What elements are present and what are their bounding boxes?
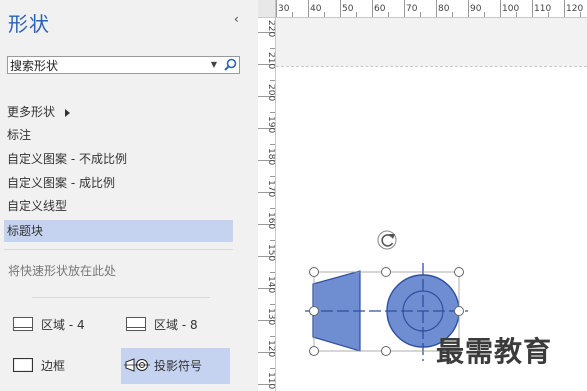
- collapse-pane-icon[interactable]: ‹: [234, 12, 239, 26]
- ruler-label: 70: [406, 4, 418, 14]
- ruler-label: 190: [266, 116, 276, 133]
- ruler-label: 120: [266, 340, 276, 357]
- stencil-border[interactable]: 边框: [8, 348, 118, 384]
- frustum-side-view: [312, 270, 361, 352]
- nav-item-label: 自定义图案 - 成比例: [7, 176, 115, 190]
- nav-item-label: 标题块: [7, 224, 44, 238]
- stencil-projection-symbol[interactable]: 投影符号: [121, 348, 230, 384]
- ruler-label: 130: [266, 308, 276, 325]
- stencil-label: 区域 - 4: [41, 318, 85, 332]
- stencil-label: 边框: [41, 359, 66, 373]
- ruler-corner: [258, 0, 276, 18]
- stencil-region-8[interactable]: 区域 - 8: [121, 307, 231, 343]
- stencil-label: 区域 - 8: [154, 318, 198, 332]
- quick-shapes-hint: 将快速形状放在此处: [8, 264, 117, 278]
- resize-handle[interactable]: [309, 346, 319, 356]
- ruler-label: 40: [310, 4, 322, 14]
- region-8-icon: [126, 317, 146, 331]
- vertical-ruler-ticks: 220 210 200 190 180 170 160 150 140 130 …: [258, 20, 276, 389]
- nav-item-label: 更多形状: [7, 105, 56, 119]
- ruler-label: 200: [266, 84, 276, 101]
- ruler-label: 50: [342, 4, 354, 14]
- nav-item-more-shapes[interactable]: 更多形状: [4, 101, 233, 123]
- resize-handle[interactable]: [309, 306, 319, 316]
- resize-handle[interactable]: [381, 267, 391, 277]
- resize-handle[interactable]: [381, 346, 391, 356]
- canvas-background: [276, 18, 587, 66]
- resize-handle[interactable]: [309, 267, 319, 277]
- search-input[interactable]: [10, 57, 205, 73]
- ruler-label: 80: [438, 4, 450, 14]
- ruler-label: 210: [266, 52, 276, 69]
- ruler-label: 60: [374, 4, 386, 14]
- search-icon: [224, 58, 237, 71]
- ruler-label: 110: [266, 372, 276, 389]
- stencil-label: 投影符号: [154, 359, 203, 373]
- divider: [4, 249, 233, 250]
- resize-handle[interactable]: [454, 267, 464, 277]
- region-4-icon: [13, 317, 33, 331]
- resize-handle[interactable]: [454, 306, 464, 316]
- ruler-label: 170: [266, 180, 276, 197]
- search-box: ▼: [7, 56, 240, 74]
- border-icon: [13, 358, 33, 372]
- ruler-label: 90: [470, 4, 482, 14]
- chevron-right-icon: [65, 108, 71, 117]
- ruler-label: 120: [566, 4, 583, 14]
- nav-item-custom-line-patterns[interactable]: 自定义线型: [4, 195, 233, 217]
- search-button[interactable]: [222, 57, 239, 73]
- rotate-handle-icon[interactable]: [377, 230, 397, 250]
- ruler-label: 220: [266, 20, 276, 37]
- vertical-ruler[interactable]: 220 210 200 190 180 170 160 150 140 130 …: [258, 18, 276, 391]
- watermark: 最需教育: [436, 335, 553, 368]
- horizontal-ruler-ticks: 30 40 50 60 70 80 90 100 110 120: [276, 0, 583, 17]
- ruler-label: 100: [502, 4, 519, 14]
- nav-item-label: 自定义线型: [7, 199, 68, 213]
- nav-item-title-blocks[interactable]: 标题块: [4, 220, 233, 242]
- divider: [32, 297, 210, 298]
- nav-item-label: 标注: [7, 128, 32, 142]
- nav-item-label: 自定义图案 - 不成比例: [7, 152, 127, 166]
- chevron-down-icon[interactable]: ▼: [208, 57, 220, 73]
- ruler-label: 150: [266, 244, 276, 261]
- nav-item-custom-patterns-scaled[interactable]: 自定义图案 - 成比例: [4, 172, 233, 194]
- pane-title: 形状: [8, 12, 50, 36]
- ruler-label: 140: [266, 276, 276, 293]
- projection-symbol-icon: [124, 358, 150, 372]
- nav-item-annotations[interactable]: 标注: [4, 124, 233, 146]
- ruler-label: 180: [266, 148, 276, 165]
- stencil-region-4[interactable]: 区域 - 4: [8, 307, 118, 343]
- horizontal-ruler[interactable]: 30 40 50 60 70 80 90 100 110 120: [276, 0, 587, 18]
- ruler-label: 110: [534, 4, 551, 14]
- shapes-pane: 形状 ‹ ▼ 更多形状 标注 自定义图案 - 不成比例 自定义图案 - 成比例 …: [0, 0, 259, 391]
- ruler-label: 30: [278, 4, 290, 14]
- ruler-label: 160: [266, 212, 276, 229]
- nav-item-custom-patterns-unscaled[interactable]: 自定义图案 - 不成比例: [4, 148, 233, 170]
